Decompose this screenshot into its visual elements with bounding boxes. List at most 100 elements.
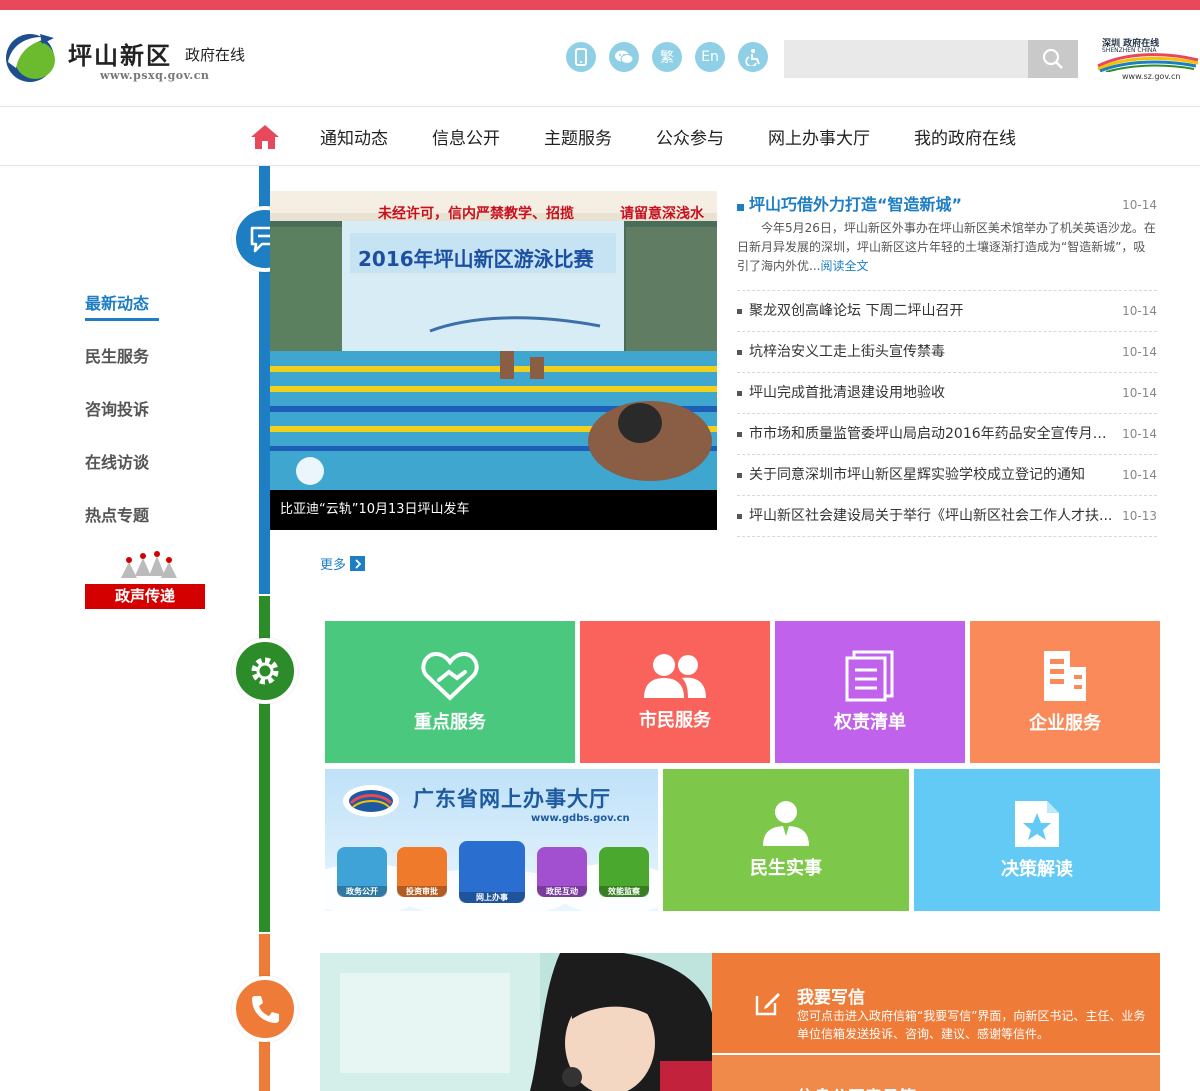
info-suggestion-panel[interactable]: 信息公开意见箱 bbox=[712, 1055, 1160, 1091]
search-button[interactable] bbox=[1028, 40, 1078, 78]
gd-supervision-button[interactable]: 效能监察 bbox=[599, 847, 649, 897]
hero-caption[interactable]: 比亚迪“云轨”10月13日坪山发车 bbox=[270, 490, 717, 530]
header: 坪山新区 政府在线 www.psxq.gov.cn 繁 En 深圳 政府在线 S… bbox=[0, 10, 1200, 106]
nav-item-notices[interactable]: 通知动态 bbox=[320, 124, 388, 149]
sidebar-item-label: 在线访谈 bbox=[85, 453, 150, 472]
chevron-right-icon bbox=[350, 556, 366, 571]
gd-button-label: 政务公开 bbox=[337, 886, 387, 897]
news-item-date: 10-14 bbox=[1122, 304, 1157, 318]
home-icon[interactable] bbox=[249, 123, 281, 151]
search-input[interactable] bbox=[784, 40, 1028, 78]
gd-button-label: 政民互动 bbox=[537, 886, 587, 897]
policy-interpretation-tile[interactable]: 决策解读 bbox=[914, 769, 1160, 911]
write-letter-panel[interactable]: 我要写信 您可点击进入政府信箱“我要写信”界面，向新区书记、主任、业务单位信箱发… bbox=[712, 953, 1160, 1053]
sz-logo-url: www.sz.gov.cn bbox=[1122, 72, 1181, 81]
gov-voice-label: 政声传递 bbox=[85, 584, 205, 609]
nav-item-my-gov[interactable]: 我的政府在线 bbox=[914, 124, 1016, 149]
customer-service-photo bbox=[320, 953, 712, 1091]
featured-news-title-text: 坪山巧借外力打造“智造新城” bbox=[749, 195, 963, 214]
starred-document-icon bbox=[1015, 801, 1059, 847]
gd-online-service-button[interactable]: 网上办事 bbox=[459, 841, 525, 903]
hero-banner-text-right: 请留意深浅水 bbox=[620, 206, 704, 222]
sidebar-item-latest[interactable]: 最新动态 bbox=[80, 276, 220, 329]
main-nav: 通知动态 信息公开 主题服务 公众参与 网上办事大厅 我的政府在线 bbox=[0, 106, 1200, 166]
gd-interaction-button[interactable]: 政民互动 bbox=[537, 847, 587, 897]
shenzhen-gov-logo[interactable]: 深圳 政府在线 SHENZHEN CHINA www.sz.gov.cn bbox=[1096, 36, 1200, 84]
sidebar-item-label: 咨询投诉 bbox=[85, 400, 150, 419]
gd-gov-affairs-button[interactable]: 政务公开 bbox=[337, 847, 387, 897]
hero-slide[interactable]: 未经许可，信内严禁教学、招揽 请留意深浅水 2016年坪山新区游泳比赛 比亚迪“… bbox=[270, 191, 717, 530]
document-list-icon bbox=[845, 650, 894, 702]
nav-item-public-participation[interactable]: 公众参与 bbox=[656, 124, 724, 149]
news-item-date: 10-14 bbox=[1122, 468, 1157, 482]
news-item-title: 关于同意深圳市坪山新区星辉实验学校成立登记的通知 bbox=[749, 467, 1085, 483]
sidebar: 最新动态 民生服务 咨询投诉 在线访谈 热点专题 bbox=[80, 276, 220, 541]
top-accent-bar bbox=[0, 0, 1200, 10]
featured-news-summary: 今年5月26日，坪山新区外事办在坪山新区美术馆举办了机关英语沙龙。在日新月异发展… bbox=[737, 219, 1157, 291]
news-item-title: 坪山新区社会建设局关于举行《坪山新区社会工作人才扶... bbox=[749, 508, 1113, 524]
news-item-title: 坪山完成首批清退建设用地验收 bbox=[749, 385, 945, 401]
power-list-tile[interactable]: 权责清单 bbox=[775, 621, 965, 763]
nav-item-topic-services[interactable]: 主题服务 bbox=[544, 124, 612, 149]
business-services-tile[interactable]: 企业服务 bbox=[970, 621, 1160, 763]
mobile-icon[interactable] bbox=[566, 42, 596, 72]
phone-icon bbox=[252, 996, 279, 1023]
featured-news-summary-text: 今年5月26日，坪山新区外事办在坪山新区美术馆举办了机关英语沙龙。在日新月异发展… bbox=[737, 221, 1156, 273]
sidebar-item-hot-topics[interactable]: 热点专题 bbox=[80, 488, 220, 541]
traditional-chinese-icon[interactable]: 繁 bbox=[652, 42, 682, 72]
site-logo-icon[interactable] bbox=[2, 28, 58, 84]
header-tools: 繁 En bbox=[566, 42, 768, 72]
search-icon bbox=[1042, 48, 1063, 69]
key-services-label: 重点服务 bbox=[414, 712, 486, 733]
gear-icon bbox=[251, 657, 279, 685]
read-more-link[interactable]: 阅读全文 bbox=[820, 259, 868, 273]
sidebar-item-livelihood[interactable]: 民生服务 bbox=[80, 329, 220, 382]
news-item[interactable]: 关于同意深圳市坪山新区星辉实验学校成立登记的通知 10-14 bbox=[737, 455, 1157, 496]
policy-interpretation-label: 决策解读 bbox=[1001, 859, 1073, 880]
nav-item-online-hall[interactable]: 网上办事大厅 bbox=[768, 124, 870, 149]
english-icon[interactable]: En bbox=[695, 42, 725, 72]
sidebar-item-consult[interactable]: 咨询投诉 bbox=[80, 382, 220, 435]
hero-board-title: 2016年坪山新区游泳比赛 bbox=[358, 247, 594, 271]
person-icon bbox=[763, 801, 809, 846]
key-services-tile[interactable]: 重点服务 bbox=[325, 621, 575, 763]
sz-logo-swoosh-icon bbox=[1097, 53, 1199, 72]
news-item-date: 10-13 bbox=[1122, 509, 1157, 523]
service-section-node bbox=[232, 638, 298, 704]
guangdong-online-hall-banner[interactable]: 广东省网上办事大厅 www.gdbs.gov.cn 政务公开 投资审批 网上办事… bbox=[325, 769, 658, 911]
hero-banner-text: 未经许可，信内严禁教学、招揽 bbox=[378, 206, 574, 222]
livelihood-tile[interactable]: 民生实事 bbox=[663, 769, 909, 911]
swimming-competition-photo bbox=[270, 191, 717, 491]
site-url: www.psxq.gov.cn bbox=[100, 69, 210, 82]
gd-investment-button[interactable]: 投资审批 bbox=[397, 847, 447, 897]
news-item[interactable]: 聚龙双创高峰论坛 下周二坪山召开 10-14 bbox=[737, 291, 1157, 332]
news-item[interactable]: 坪山新区社会建设局关于举行《坪山新区社会工作人才扶... 10-13 bbox=[737, 496, 1157, 537]
power-list-label: 权责清单 bbox=[834, 712, 906, 733]
livelihood-label: 民生实事 bbox=[750, 858, 822, 879]
megaphone-icon bbox=[121, 551, 177, 578]
citizen-services-label: 市民服务 bbox=[639, 710, 711, 731]
news-item[interactable]: 市市场和质量监管委坪山局启动2016年药品安全宣传月活... 10-14 bbox=[737, 414, 1157, 455]
news-item[interactable]: 坪山完成首批清退建设用地验收 10-14 bbox=[737, 373, 1157, 414]
wechat-icon[interactable] bbox=[609, 42, 639, 72]
news-item-date: 10-14 bbox=[1122, 345, 1157, 359]
news-item-date: 10-14 bbox=[1122, 386, 1157, 400]
sidebar-item-label: 最新动态 bbox=[85, 290, 159, 321]
building-icon bbox=[1044, 651, 1086, 701]
more-news-link[interactable]: 更多 bbox=[320, 554, 366, 573]
users-icon bbox=[644, 654, 706, 698]
info-suggestion-title: 信息公开意见箱 bbox=[797, 1083, 916, 1091]
accessibility-icon[interactable] bbox=[738, 42, 768, 72]
news-item[interactable]: 坑梓治安义工走上街头宣传禁毒 10-14 bbox=[737, 332, 1157, 373]
write-letter-description: 您可点击进入政府信箱“我要写信”界面，向新区书记、主任、业务单位信箱发送投诉、咨… bbox=[797, 1009, 1146, 1041]
gov-voice-banner[interactable]: 政声传递 bbox=[85, 548, 205, 610]
site-subtitle: 政府在线 bbox=[185, 46, 246, 64]
featured-news-title[interactable]: 坪山巧借外力打造“智造新城” 10-14 bbox=[737, 191, 1157, 219]
sidebar-item-interview[interactable]: 在线访谈 bbox=[80, 435, 220, 488]
guangdong-hall-title: 广东省网上办事大厅 bbox=[413, 787, 611, 811]
citizen-services-tile[interactable]: 市民服务 bbox=[580, 621, 770, 763]
news-item-title: 坑梓治安义工走上街头宣传禁毒 bbox=[749, 344, 945, 360]
more-news-label: 更多 bbox=[320, 558, 347, 573]
nav-item-info-disclosure[interactable]: 信息公开 bbox=[432, 124, 500, 149]
site-name[interactable]: 坪山新区 bbox=[68, 36, 172, 71]
